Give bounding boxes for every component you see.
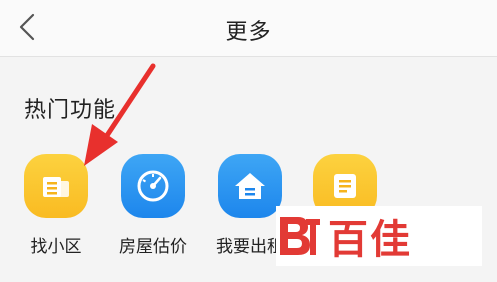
section-title-hot-features: 热门功能 [24, 98, 117, 123]
watermark-text: 百佳 [328, 217, 412, 263]
more-page: 更多 热门功能 找小区 房屋估价 我要出租 百佳 [0, 0, 497, 282]
house-icon [218, 154, 282, 218]
building-icon [24, 154, 88, 218]
header-bar: 更多 [0, 0, 497, 57]
feature-label: 找小区 [30, 237, 82, 257]
gauge-icon [121, 154, 185, 218]
feature-find-community[interactable]: 找小区 [16, 154, 96, 264]
watermark-mark-icon [280, 217, 320, 255]
watermark-logo: 百佳 [276, 206, 482, 266]
page-title: 更多 [225, 20, 272, 45]
feature-house-valuation[interactable]: 房屋估价 [113, 154, 193, 264]
feature-label: 房屋估价 [119, 237, 187, 257]
